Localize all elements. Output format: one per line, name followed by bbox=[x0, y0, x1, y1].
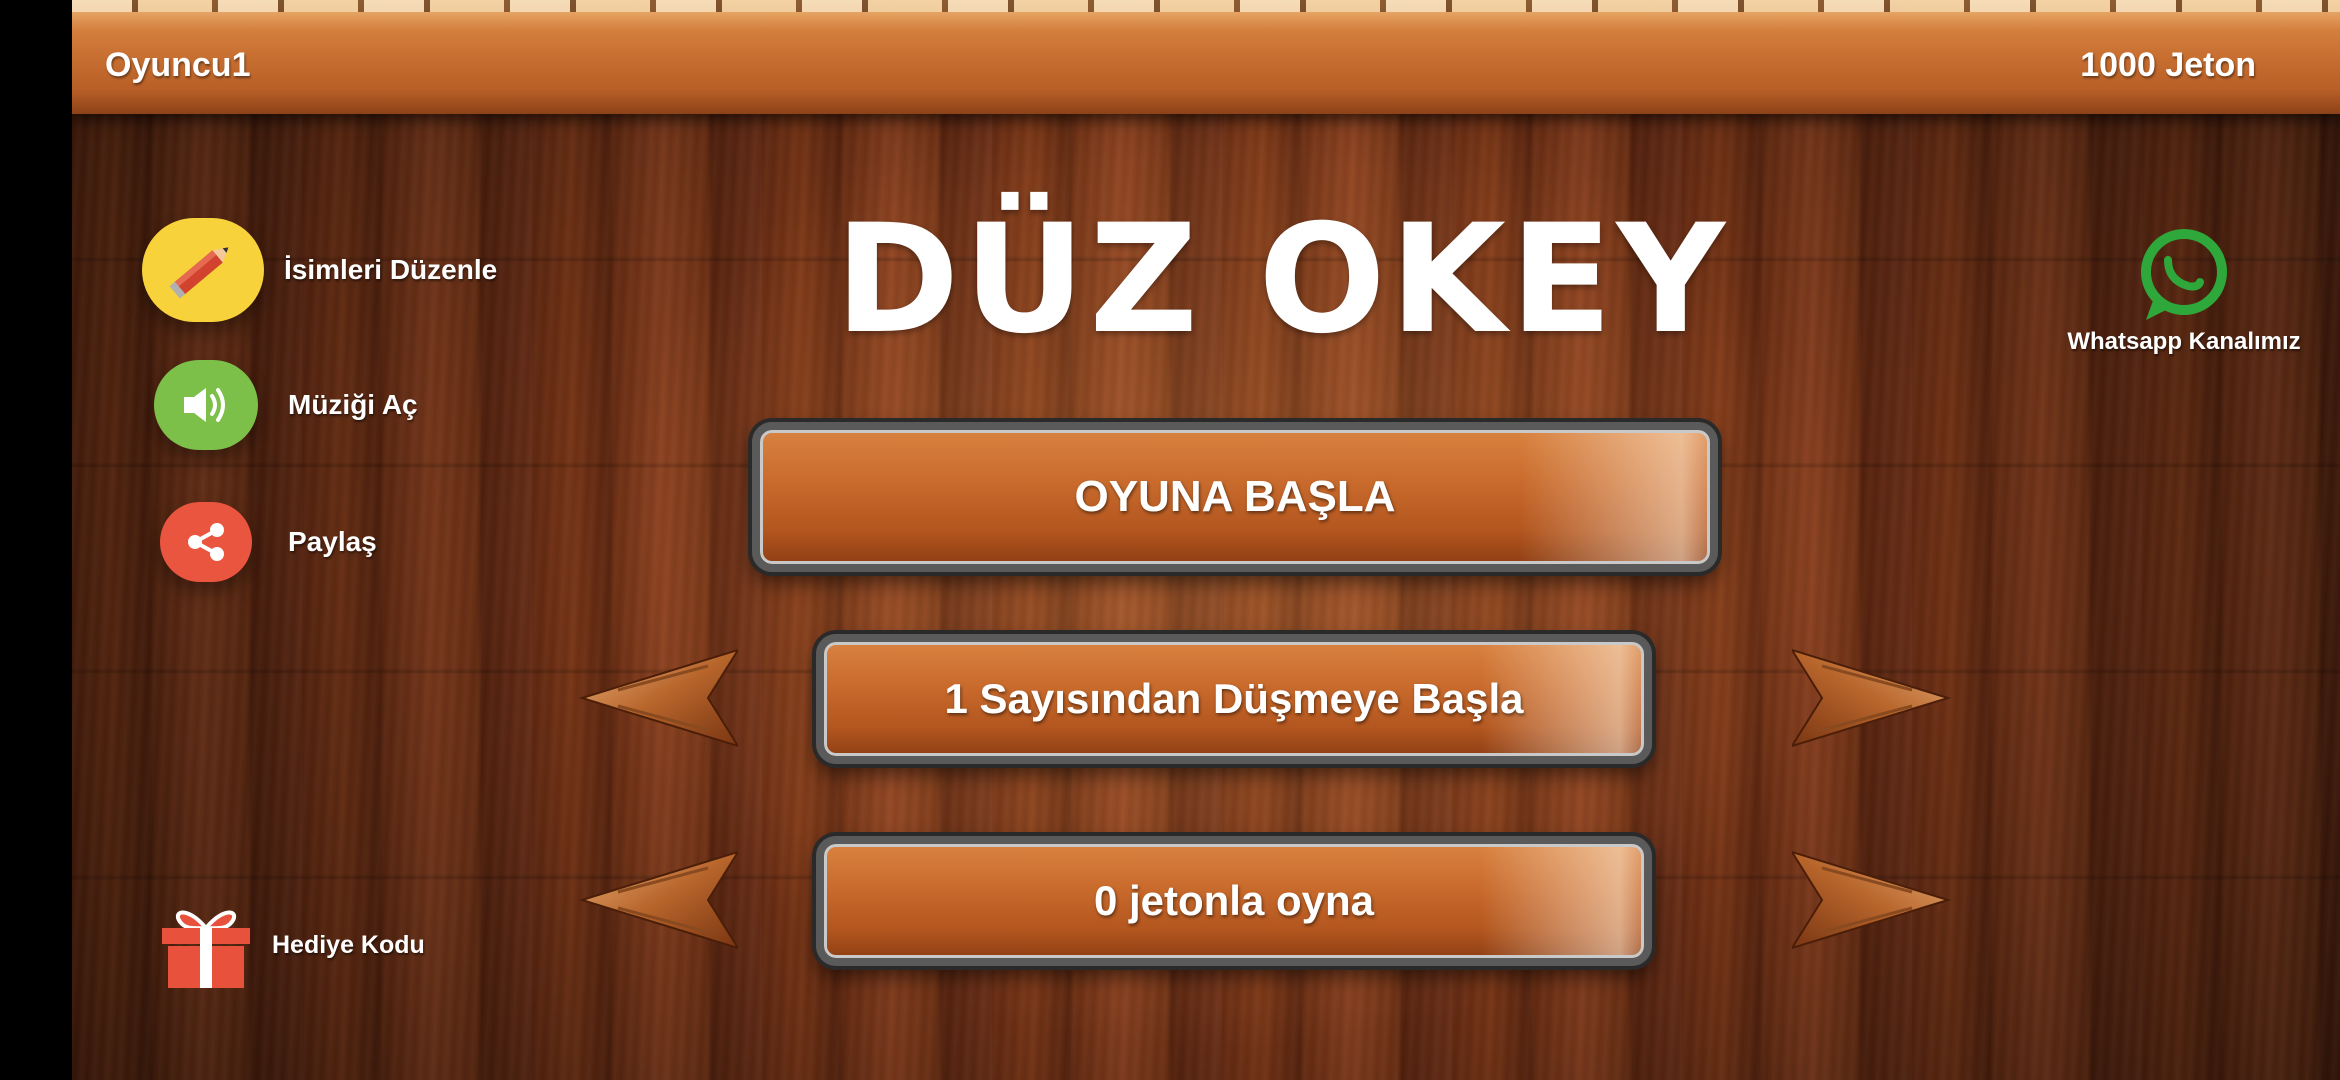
start-game-button[interactable]: OYUNA BAŞLA bbox=[752, 422, 1718, 572]
play-mode-next-arrow[interactable] bbox=[1789, 850, 1952, 955]
arrow-right-icon bbox=[1789, 648, 1952, 748]
speaker-icon bbox=[154, 360, 258, 450]
gift-icon bbox=[156, 900, 256, 990]
player-name: Oyuncu1 bbox=[105, 46, 251, 84]
game-title: DÜZ OKEY bbox=[834, 193, 1730, 367]
start-number-button[interactable]: 1 Sayısından Düşmeye Başla bbox=[816, 634, 1652, 764]
coin-balance: 1000 Jeton bbox=[2080, 46, 2256, 84]
game-background: Oyuncu1 1000 Jeton DÜZ OKEY İsimleri Düz… bbox=[72, 0, 2340, 1080]
arrow-right-icon bbox=[1789, 850, 1952, 950]
edit-names-label: İsimleri Düzenle bbox=[284, 254, 498, 285]
share-label: Paylaş bbox=[288, 526, 377, 557]
share-button[interactable]: Paylaş bbox=[160, 502, 377, 582]
music-label: Müziği Aç bbox=[288, 389, 418, 420]
top-bar: Oyuncu1 1000 Jeton bbox=[72, 0, 2340, 114]
whatsapp-label: Whatsapp Kanalımız bbox=[2067, 328, 2301, 355]
music-toggle-button[interactable]: Müziği Aç bbox=[154, 360, 418, 450]
start-game-label: OYUNA BAŞLA bbox=[1074, 472, 1396, 521]
whatsapp-channel-button[interactable]: Whatsapp Kanalımız bbox=[2034, 224, 2334, 356]
gift-code-label: Hediye Kodu bbox=[272, 930, 425, 959]
whatsapp-icon bbox=[2124, 224, 2244, 324]
arrow-left-icon bbox=[578, 648, 741, 748]
play-mode-label: 0 jetonla oyna bbox=[1093, 877, 1375, 924]
play-mode-button[interactable]: 0 jetonla oyna bbox=[816, 836, 1652, 966]
gift-code-button[interactable]: Hediye Kodu bbox=[156, 900, 425, 990]
pencil-icon bbox=[142, 218, 264, 322]
start-number-label: 1 Sayısından Düşmeye Başla bbox=[944, 675, 1524, 722]
arrow-left-icon bbox=[578, 850, 741, 950]
play-mode-prev-arrow[interactable] bbox=[578, 850, 741, 955]
share-icon bbox=[160, 502, 252, 582]
start-number-next-arrow[interactable] bbox=[1789, 648, 1952, 753]
edit-names-button[interactable]: İsimleri Düzenle bbox=[142, 218, 497, 322]
start-number-prev-arrow[interactable] bbox=[578, 648, 741, 753]
